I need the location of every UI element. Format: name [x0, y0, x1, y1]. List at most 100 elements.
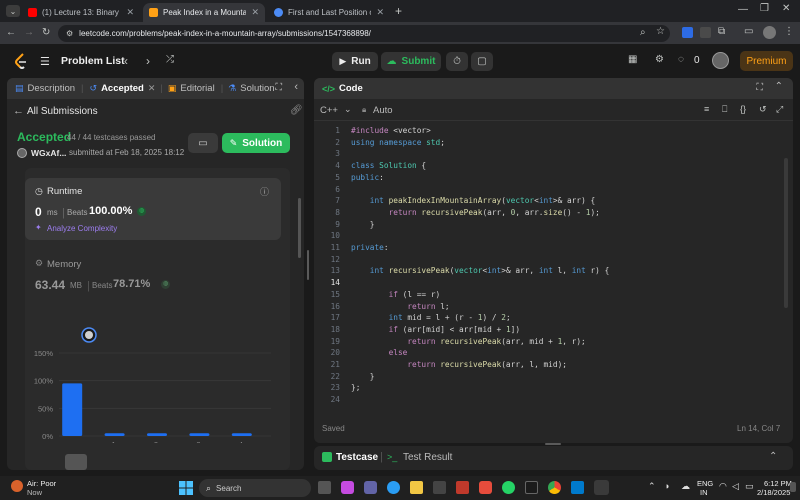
extensions-puzzle-icon[interactable]: ⧉ [718, 26, 725, 37]
edge-icon[interactable] [387, 481, 400, 494]
maximize-icon[interactable]: ⛶ [756, 82, 763, 93]
code-editor[interactable]: 1 #include <vector> 2 using namespace std; 3… [314, 125, 784, 415]
runtime-box[interactable]: ◷ Runtime ⓘ 0 ms | Beats 100.00% ◍ ✦ Ana… [25, 178, 281, 240]
close-window-icon[interactable]: ✕ [782, 3, 790, 14]
file-explorer-icon[interactable] [410, 481, 423, 494]
browser-tab-leetcode[interactable]: Peak Index in a Mountain Array ✕ [143, 3, 265, 22]
extension-icon[interactable] [700, 27, 711, 38]
mcafee-icon[interactable] [456, 481, 469, 494]
extension-icon[interactable] [682, 27, 693, 38]
leetcode-logo[interactable] [14, 53, 28, 69]
task-view-icon[interactable] [318, 481, 331, 494]
address-bar[interactable]: ⚙ leetcode.com/problems/peak-index-in-a-… [58, 25, 670, 42]
tray-app-icon[interactable]: ◑ [664, 481, 669, 491]
problem-list-icon[interactable]: ☰ [40, 55, 50, 68]
reload-icon[interactable]: ↻ [42, 27, 50, 38]
fire-icon[interactable]: ◌ [678, 54, 684, 65]
language-indicator[interactable]: ENG [697, 479, 713, 488]
chart-bar-3ms[interactable] [189, 433, 210, 436]
maximize-icon[interactable]: ⛶ [275, 82, 282, 93]
next-problem-icon[interactable]: › [146, 54, 150, 68]
expand-icon[interactable]: ⌃ [769, 451, 777, 462]
collapse-icon[interactable]: ‹ [294, 81, 298, 93]
browser-menu-icon[interactable]: ⋮ [784, 26, 794, 37]
left-scrollbar[interactable] [298, 198, 301, 258]
problem-list-link[interactable]: Problem List [61, 55, 125, 67]
tab-testcase[interactable]: Testcase [336, 452, 378, 463]
battery-icon[interactable]: ▭ [745, 481, 754, 492]
code-preview-thumbnail[interactable] [65, 454, 87, 470]
tab-editorial[interactable]: Editorial [180, 83, 214, 94]
terminal-app-icon[interactable] [525, 481, 538, 494]
new-tab-icon[interactable]: + [395, 4, 402, 18]
wifi-icon[interactable]: ◠ [719, 481, 727, 492]
tab-solutions[interactable]: Solution [240, 83, 274, 94]
all-submissions-link[interactable]: All Submissions [27, 106, 98, 117]
vertical-splitter[interactable] [307, 250, 309, 280]
tab-test-result[interactable]: Test Result [403, 452, 452, 463]
run-button[interactable]: ▶ Run [332, 52, 378, 71]
reset-icon[interactable]: ↺ [759, 104, 767, 115]
back-arrow-icon[interactable]: ← [13, 105, 24, 117]
chrome-active-icon[interactable] [594, 480, 609, 495]
close-icon[interactable]: ✕ [126, 7, 134, 18]
memory-title[interactable]: Memory [47, 259, 81, 270]
close-icon[interactable]: ✕ [376, 7, 384, 18]
vscode-icon[interactable] [571, 481, 584, 494]
sidebar-icon[interactable]: ▭ [744, 26, 753, 37]
app-icon[interactable] [479, 481, 492, 494]
tray-chevron-icon[interactable]: ⌃ [648, 481, 656, 492]
fullscreen-icon[interactable]: ⤢ [776, 104, 783, 115]
browser-tab-youtube[interactable]: (1) Lecture 13: Binary Search Int ✕ [22, 3, 140, 22]
clock-time[interactable]: 6:12 PM [764, 479, 792, 488]
weather-icon[interactable] [11, 480, 23, 492]
volume-icon[interactable]: ◁ [732, 481, 739, 492]
tab-search-icon[interactable]: ⌄ [6, 5, 20, 17]
chart-bars[interactable] [62, 383, 252, 436]
browser-tab-first-last[interactable]: First and Last Position of an Ele ✕ [268, 3, 390, 22]
weather-title[interactable]: Air: Poor [27, 479, 56, 488]
chart-bar-4ms[interactable] [231, 433, 252, 436]
chrome-icon[interactable] [548, 481, 561, 494]
layout-icon[interactable]: ▦ [628, 54, 637, 65]
language-select[interactable]: C++ [320, 105, 338, 116]
copilot-icon[interactable] [341, 481, 354, 494]
timer-icon[interactable]: ⏱ [446, 52, 468, 71]
info-icon[interactable]: ⓘ [260, 185, 269, 198]
share-link-icon[interactable]: 🔗︎ [290, 105, 303, 116]
chart-bar-1ms[interactable] [104, 433, 125, 436]
tray-cloud-icon[interactable]: ☁ [681, 481, 690, 492]
chevron-down-icon[interactable]: ⌄ [344, 104, 352, 115]
chart-bar-0ms[interactable] [62, 383, 83, 436]
collapse-icon[interactable]: ⌃ [775, 81, 783, 92]
store-icon[interactable] [433, 481, 446, 494]
bookmark-icon[interactable]: ⎕ [722, 104, 727, 115]
auto-mode[interactable]: Auto [373, 105, 393, 116]
close-icon[interactable]: ✕ [251, 7, 259, 18]
back-icon[interactable]: ← [6, 27, 16, 38]
bookmark-star-icon[interactable]: ☆ [656, 26, 665, 37]
settings-gear-icon[interactable]: ⚙ [655, 54, 664, 65]
user-avatar[interactable] [712, 52, 729, 69]
format-icon[interactable]: ≡ [704, 104, 709, 114]
tab-description[interactable]: Description [28, 83, 76, 94]
forward-icon[interactable]: → [24, 27, 34, 38]
site-info-icon[interactable]: ⚙ [66, 29, 73, 38]
braces-icon[interactable]: {} [740, 104, 746, 114]
notes-icon[interactable]: ▢ [471, 52, 493, 71]
teams-icon[interactable] [364, 481, 377, 494]
notification-bell-icon[interactable] [790, 482, 796, 492]
horizontal-splitter[interactable] [545, 443, 561, 445]
username[interactable]: WGxAf... [31, 148, 66, 158]
analyze-complexity-link[interactable]: Analyze Complexity [47, 224, 117, 233]
zoom-icon[interactable]: ⌕ [640, 27, 646, 38]
premium-button[interactable]: Premium [740, 51, 793, 71]
prev-problem-icon[interactable]: ‹ [124, 54, 128, 68]
windows-start-icon[interactable] [179, 481, 193, 495]
tab-accepted[interactable]: Accepted [101, 83, 144, 94]
chart-bar-2ms[interactable] [147, 433, 167, 436]
whatsapp-icon[interactable] [502, 481, 515, 494]
minimize-icon[interactable]: — [738, 4, 748, 15]
submit-button[interactable]: ☁ Submit [381, 52, 441, 71]
random-problem-icon[interactable]: ⤮ [166, 54, 174, 65]
